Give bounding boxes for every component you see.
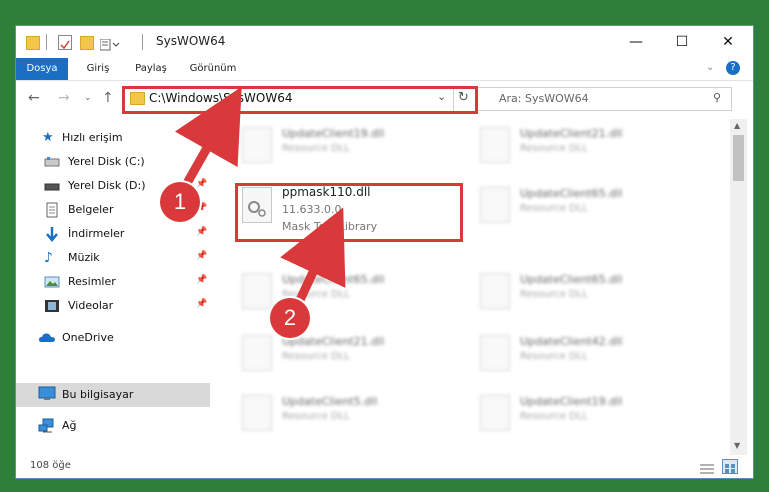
annotation-arrows xyxy=(174,86,346,302)
step-1-badge: 1 xyxy=(160,182,200,222)
step-2-badge: 2 xyxy=(270,298,310,338)
arrow-to-file xyxy=(280,207,346,302)
arrow-to-address xyxy=(174,86,242,188)
